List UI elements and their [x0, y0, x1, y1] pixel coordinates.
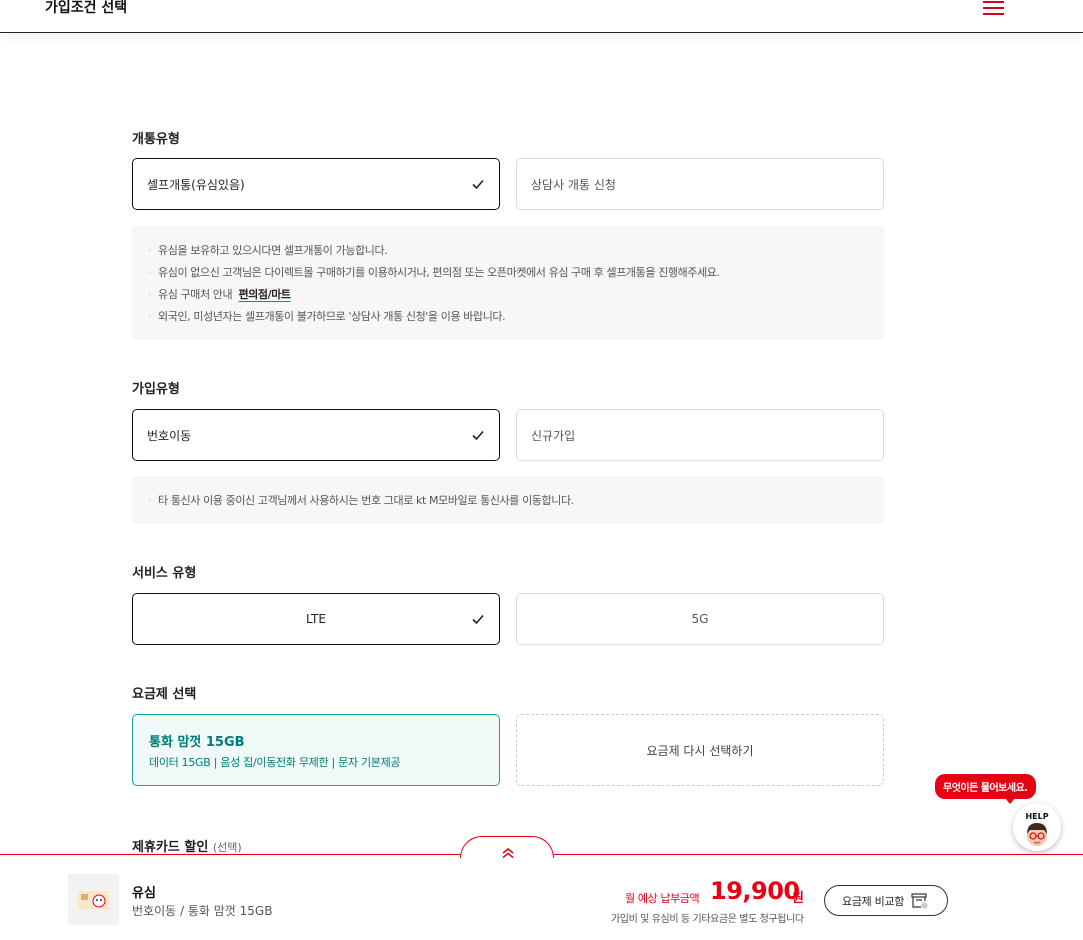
- reselect-plan-button[interactable]: 요금제 다시 선택하기: [516, 714, 884, 786]
- option-agent-activation[interactable]: 상담사 개통 신청: [516, 158, 884, 210]
- join-notice: 타 통신사 이용 중이신 고객님께서 사용하시는 번호 그대로 kt M모바일로…: [132, 476, 884, 524]
- notice-guide-text: 유심 구매처 안내: [158, 288, 233, 301]
- option-label: 셀프개통(유심있음): [147, 177, 245, 192]
- notice-item: 유심을 보유하고 있으시다면 셀프개통이 가능합니다.: [148, 240, 868, 262]
- convenience-store-link[interactable]: 편의점/마트: [238, 288, 291, 301]
- plan-select-label: 요금제 선택: [132, 687, 197, 702]
- option-5g[interactable]: 5G: [516, 593, 884, 645]
- option-label: 번호이동: [147, 428, 192, 443]
- product-name: 유심: [132, 886, 156, 901]
- compare-box-icon: [911, 893, 928, 909]
- card-discount-title: 제휴카드 할인: [132, 840, 209, 855]
- check-icon: [472, 179, 484, 190]
- help-avatar-icon: [1027, 823, 1047, 846]
- option-label: 상담사 개통 신청: [531, 177, 616, 192]
- option-label: 신규가입: [531, 428, 576, 443]
- option-self-activation[interactable]: 셀프개통(유심있음): [132, 158, 500, 210]
- notice-item: 유심 구매처 안내 편의점/마트: [148, 284, 868, 306]
- optional-tag: (선택): [212, 841, 242, 854]
- double-chevron-up-icon: [502, 847, 514, 859]
- join-type-label: 가입유형: [132, 382, 180, 397]
- option-label: 5G: [691, 612, 709, 626]
- usim-product-image: [68, 874, 119, 925]
- option-lte[interactable]: LTE: [132, 593, 500, 645]
- card-discount-label: 제휴카드 할인 (선택): [132, 836, 242, 855]
- expand-summary-toggle[interactable]: [460, 836, 554, 859]
- notice-item: 유심이 없으신 고객님은 다이렉트몰 구매하기를 이용하시거나, 편의점 또는 …: [148, 262, 868, 284]
- plan-name: 통화 맘껏 15GB: [149, 735, 245, 750]
- page-header: 가입조건 선택: [0, 0, 1083, 33]
- product-subtitle: 번호이동 / 통화 맘껏 15GB: [132, 904, 273, 918]
- page-title: 가입조건 선택: [45, 0, 128, 16]
- price-unit: 원: [792, 891, 804, 906]
- service-type-label: 서비스 유형: [132, 566, 197, 581]
- activation-type-label: 개통유형: [132, 132, 180, 147]
- selected-plan-card[interactable]: 통화 맘껏 15GB 데이터 15GB | 음성 집/이동전화 무제한 | 문자…: [132, 714, 500, 786]
- monthly-price-label: 월 예상 납부금액: [625, 892, 700, 905]
- plan-description: 데이터 15GB | 음성 집/이동전화 무제한 | 문자 기본제공: [149, 756, 401, 769]
- notice-item: 타 통신사 이용 중이신 고객님께서 사용하시는 번호 그대로 kt M모바일로…: [148, 490, 868, 512]
- notice-item: 외국인, 미성년자는 셀프개통이 불가하므로 '상담사 개통 신청'을 이용 바…: [148, 306, 868, 328]
- compare-label: 요금제 비교함: [842, 894, 905, 908]
- monthly-price-value: 19,900: [710, 877, 800, 905]
- option-number-port[interactable]: 번호이동: [132, 409, 500, 461]
- activation-notice: 유심을 보유하고 있으시다면 셀프개통이 가능합니다. 유심이 없으신 고객님은…: [132, 226, 884, 340]
- option-label: LTE: [306, 612, 326, 626]
- price-note: 가입비 및 유심비 등 기타요금은 별도 청구됩니다: [611, 914, 804, 925]
- check-icon: [472, 430, 484, 441]
- reselect-plan-label: 요금제 다시 선택하기: [646, 743, 754, 758]
- plan-compare-button[interactable]: 요금제 비교함: [824, 885, 948, 916]
- option-new-join[interactable]: 신규가입: [516, 409, 884, 461]
- hamburger-menu-icon[interactable]: [983, 1, 1004, 15]
- check-icon: [472, 614, 484, 625]
- help-tooltip: 무엇이든 물어보세요.: [935, 774, 1036, 804]
- help-chat-button[interactable]: HELP: [1013, 803, 1061, 851]
